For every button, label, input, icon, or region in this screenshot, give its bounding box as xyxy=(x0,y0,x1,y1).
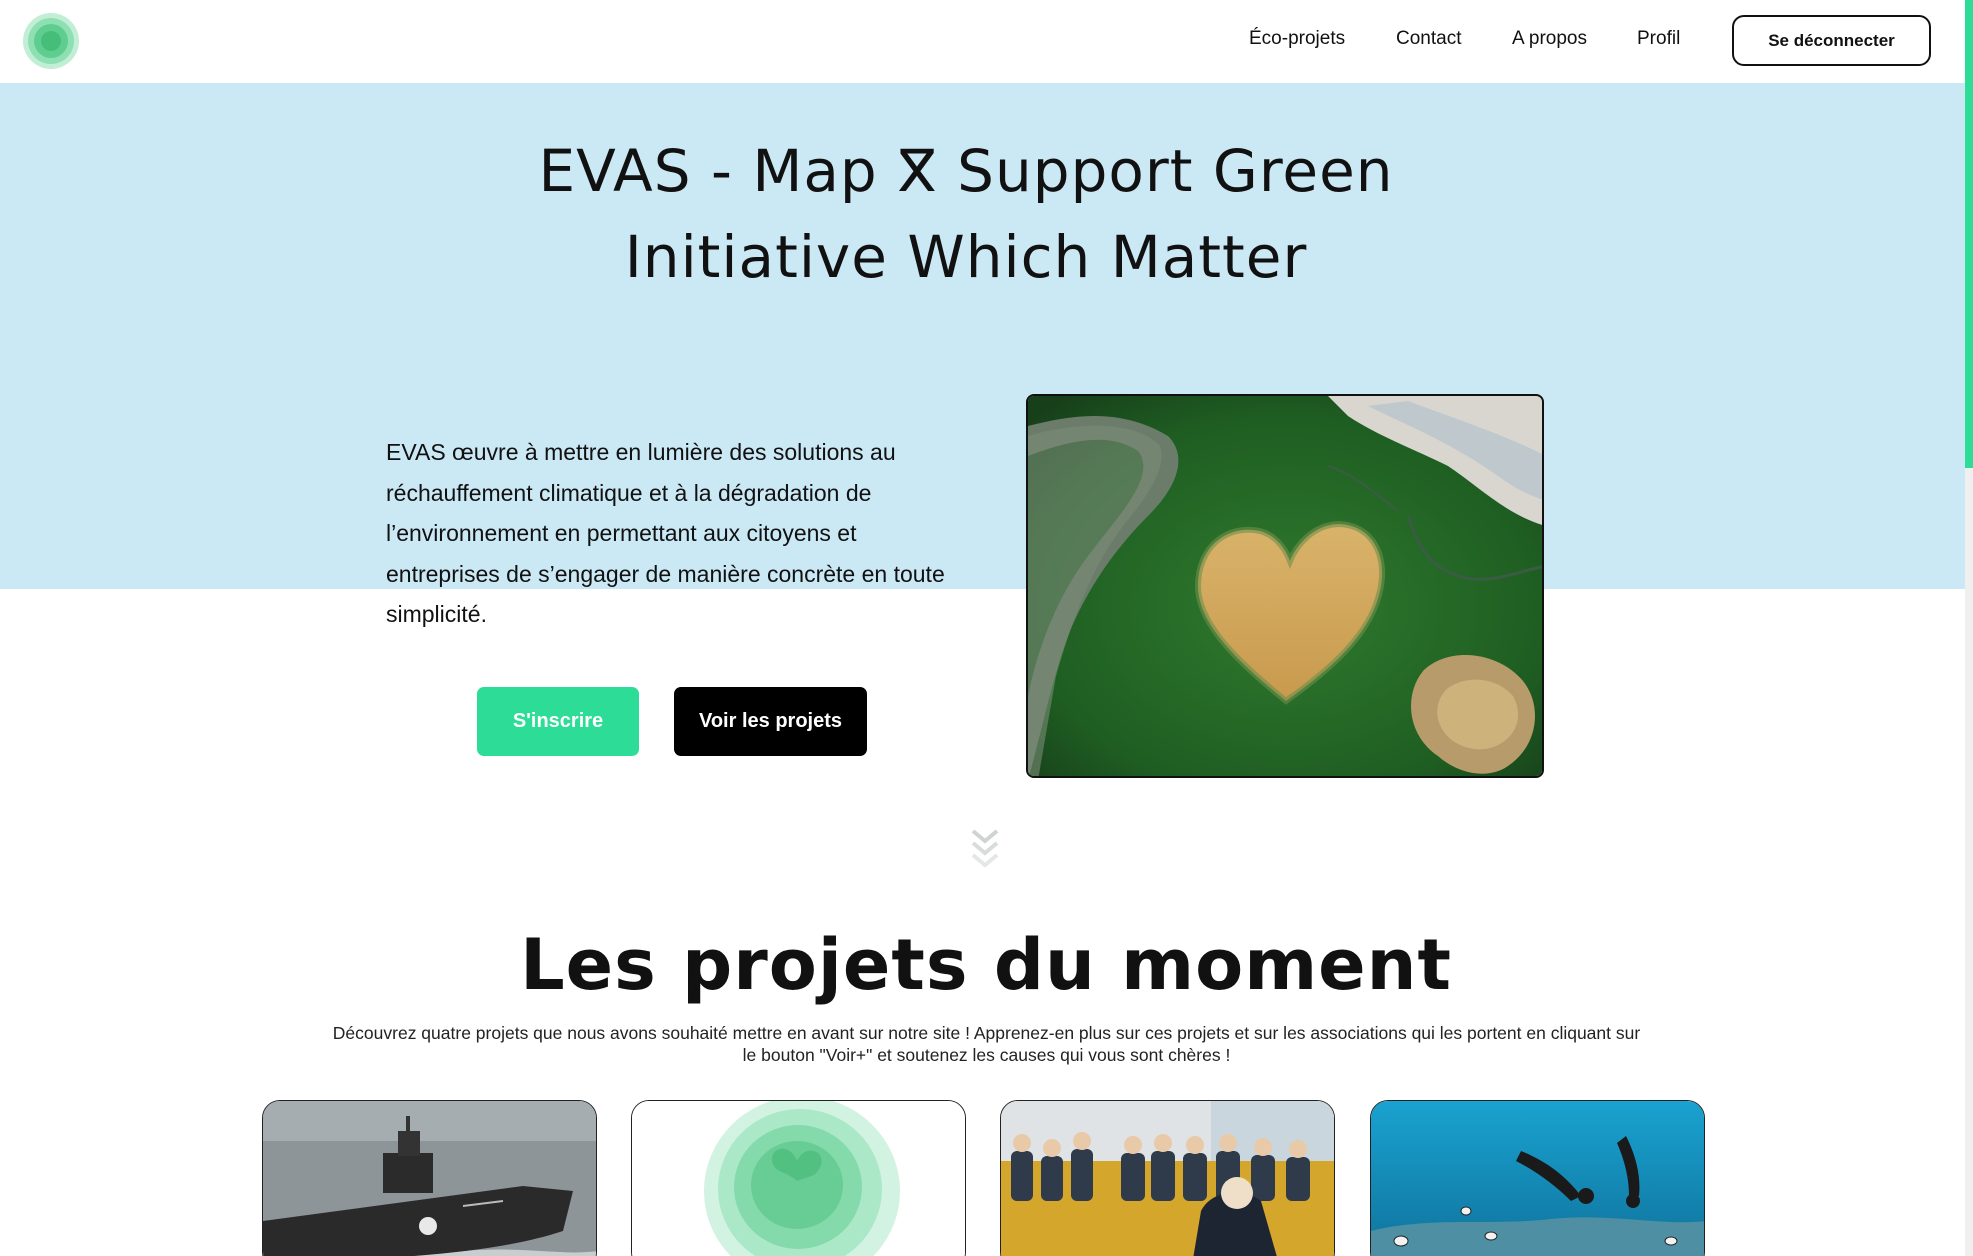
evas-logo[interactable] xyxy=(22,12,80,70)
nav-a-propos[interactable]: A propos xyxy=(1512,28,1587,50)
projects-section-title: Les projets du moment xyxy=(520,924,1452,1006)
page-scrollbar[interactable] xyxy=(1965,0,1973,1256)
nav-profil[interactable]: Profil xyxy=(1637,28,1680,50)
project-card-2[interactable] xyxy=(631,1100,966,1256)
scrollbar-thumb[interactable] xyxy=(1965,0,1973,468)
top-navbar: Éco-projets Contact A propos Profil Se d… xyxy=(0,0,1973,83)
coral-reef-divers-photo xyxy=(1371,1101,1704,1256)
nav-contact[interactable]: Contact xyxy=(1396,28,1461,50)
nav-eco-projets[interactable]: Éco-projets xyxy=(1249,28,1345,50)
double-chevron-down-icon[interactable] xyxy=(967,827,1003,875)
hero-title-line-1: EVAS - Map ⴳ Support Green xyxy=(538,137,1394,205)
signup-button[interactable]: S'inscrire xyxy=(477,687,639,756)
projects-section-description: Découvrez quatre projets que nous avons … xyxy=(332,1023,1641,1065)
hero-title-line-2: Initiative Which Matter xyxy=(624,223,1308,291)
sea-shepherd-ship-photo xyxy=(263,1101,596,1256)
hero-title: EVAS - Map ⴳ Support Green Initiative Wh… xyxy=(336,128,1596,300)
view-projects-button[interactable]: Voir les projets xyxy=(674,687,867,756)
evas-logo-placeholder xyxy=(632,1101,965,1256)
heart-of-voh-aerial-photo xyxy=(1026,394,1544,778)
project-card-1[interactable] xyxy=(262,1100,597,1256)
hero-description: EVAS œuvre à mettre en lumière des solut… xyxy=(386,439,945,627)
project-card-4[interactable] xyxy=(1370,1100,1705,1256)
project-card-3[interactable] xyxy=(1000,1100,1335,1256)
logout-button[interactable]: Se déconnecter xyxy=(1732,15,1931,66)
children-classroom-photo xyxy=(1001,1101,1334,1256)
